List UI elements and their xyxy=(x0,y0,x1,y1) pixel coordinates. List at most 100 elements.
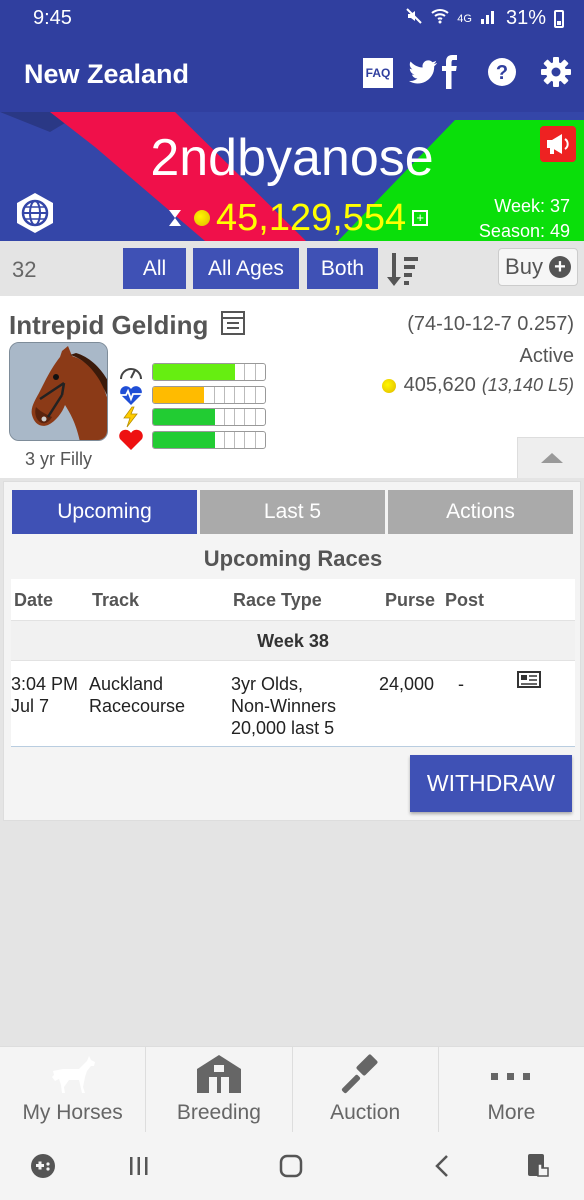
upcoming-races-table: Date Track Race Type Purse Post Week 38 … xyxy=(11,579,575,747)
back-icon[interactable] xyxy=(428,1152,458,1180)
speed-bar xyxy=(152,363,266,381)
bottom-navigation: My Horses Breeding Auction More xyxy=(0,1046,584,1132)
race-purse: 24,000 xyxy=(379,674,435,694)
horse-name[interactable]: Intrepid Gelding xyxy=(9,310,246,341)
balance-amount: 45,129,554 xyxy=(216,196,407,239)
more-dots-icon xyxy=(491,1073,531,1080)
stat-segment xyxy=(194,364,205,380)
withdraw-button[interactable]: WITHDRAW xyxy=(410,755,572,812)
nav-label: More xyxy=(487,1101,536,1124)
stat-segment xyxy=(163,432,174,448)
stat-segment xyxy=(256,432,265,448)
coin-icon xyxy=(194,210,210,226)
game-launcher-icon[interactable] xyxy=(28,1152,58,1180)
stamina-bar xyxy=(152,386,266,404)
stat-segment xyxy=(256,409,265,425)
stat-segment xyxy=(183,409,195,425)
status-bar: 9:45 4G 31% xyxy=(0,0,584,40)
filter-row: 32 All All Ages Both Buy + xyxy=(0,241,584,296)
heart-icon xyxy=(119,429,143,450)
add-funds-icon[interactable]: + xyxy=(412,210,429,226)
mute-icon xyxy=(405,7,423,30)
stat-segment xyxy=(224,364,236,380)
svg-text:?: ? xyxy=(496,62,508,84)
horse-count: 32 xyxy=(12,257,37,282)
health-bar xyxy=(152,431,266,449)
race-post: - xyxy=(458,674,464,694)
coin-icon xyxy=(381,378,396,393)
nav-my-horses[interactable]: My Horses xyxy=(0,1047,147,1132)
stat-segment xyxy=(215,432,225,448)
buy-label: Buy xyxy=(505,254,543,279)
stat-segment xyxy=(153,432,164,448)
hourglass-icon[interactable] xyxy=(168,209,182,227)
stat-segment xyxy=(256,364,265,380)
home-icon[interactable] xyxy=(276,1152,306,1180)
twitter-icon[interactable] xyxy=(404,54,440,90)
horse-head-image xyxy=(10,343,107,440)
nav-breeding[interactable]: Breeding xyxy=(146,1047,293,1132)
nav-auction[interactable]: Auction xyxy=(293,1047,439,1132)
region-title[interactable]: New Zealand xyxy=(24,59,189,90)
stat-segment xyxy=(204,387,215,403)
screen-pin-icon[interactable] xyxy=(524,1152,554,1180)
pedigree-icon[interactable] xyxy=(220,310,246,336)
col-race-type: Race Type xyxy=(233,590,322,610)
table-row[interactable]: 3:04 PM Jul 7 Auckland Racecourse 3yr Ol… xyxy=(11,661,575,747)
recent-apps-icon[interactable] xyxy=(124,1152,154,1180)
stat-segment xyxy=(173,409,184,425)
stat-segment xyxy=(215,409,225,425)
tab-last-5[interactable]: Last 5 xyxy=(200,490,385,534)
col-post: Post xyxy=(445,590,485,610)
buy-horse-button[interactable]: Buy + xyxy=(498,248,578,286)
stat-segment xyxy=(183,387,195,403)
horse-status: Active xyxy=(519,345,574,367)
breed-filter-button[interactable]: All xyxy=(123,248,186,289)
tab-actions[interactable]: Actions xyxy=(388,490,573,534)
stat-segment xyxy=(235,432,246,448)
stat-segment xyxy=(235,409,246,425)
horse-portrait[interactable] xyxy=(9,342,108,441)
earnings-amount: 405,620 xyxy=(403,374,476,396)
faq-button[interactable]: FAQ xyxy=(363,58,393,88)
stat-segment xyxy=(245,409,256,425)
stat-speed xyxy=(118,361,266,383)
battery-percent: 31% xyxy=(505,7,546,29)
stat-segment xyxy=(245,364,256,380)
stat-segment xyxy=(214,364,225,380)
tab-upcoming[interactable]: Upcoming xyxy=(12,490,197,534)
announcement-megaphone-icon[interactable] xyxy=(540,126,576,162)
sort-icon[interactable] xyxy=(386,249,422,289)
sex-filter-button[interactable]: Both xyxy=(307,248,378,289)
facebook-icon[interactable] xyxy=(436,54,464,90)
week-label: Week: 37 xyxy=(494,196,570,216)
stable-name[interactable]: 2ndbyanose xyxy=(0,128,584,188)
settings-gear-icon[interactable] xyxy=(538,54,574,90)
stat-segment xyxy=(163,364,174,380)
nav-label: Breeding xyxy=(176,1101,261,1124)
race-details-icon[interactable] xyxy=(517,671,541,689)
race-record: (74-10-12-7 0.257) xyxy=(407,313,574,335)
stat-segment xyxy=(194,409,205,425)
race-track: Auckland Racecourse xyxy=(89,674,186,716)
horse-card[interactable]: Intrepid Gelding (74-10-12-7 0.257) Acti… xyxy=(0,296,584,478)
stat-segment xyxy=(153,409,164,425)
help-icon[interactable]: ? xyxy=(484,54,520,90)
col-date: Date xyxy=(14,590,54,610)
collapse-button[interactable] xyxy=(517,437,584,478)
signal-icon xyxy=(480,7,498,30)
age-filter-button[interactable]: All Ages xyxy=(193,248,299,289)
col-track: Track xyxy=(92,590,140,610)
stat-segment xyxy=(245,432,256,448)
stat-segment xyxy=(194,387,205,403)
earnings-last5: (13,140 L5) xyxy=(481,375,574,395)
stat-segment xyxy=(173,432,184,448)
nav-label: My Horses xyxy=(22,1101,123,1124)
nav-more[interactable]: More xyxy=(439,1047,584,1132)
globe-icon[interactable] xyxy=(14,192,56,234)
status-time: 9:45 xyxy=(33,7,72,29)
race-date: 3:04 PM Jul 7 xyxy=(11,674,79,716)
network-type-label: 4G xyxy=(457,12,472,25)
details-panel: Upcoming Last 5 Actions Upcoming Races D… xyxy=(3,481,581,821)
stat-segment xyxy=(256,387,265,403)
